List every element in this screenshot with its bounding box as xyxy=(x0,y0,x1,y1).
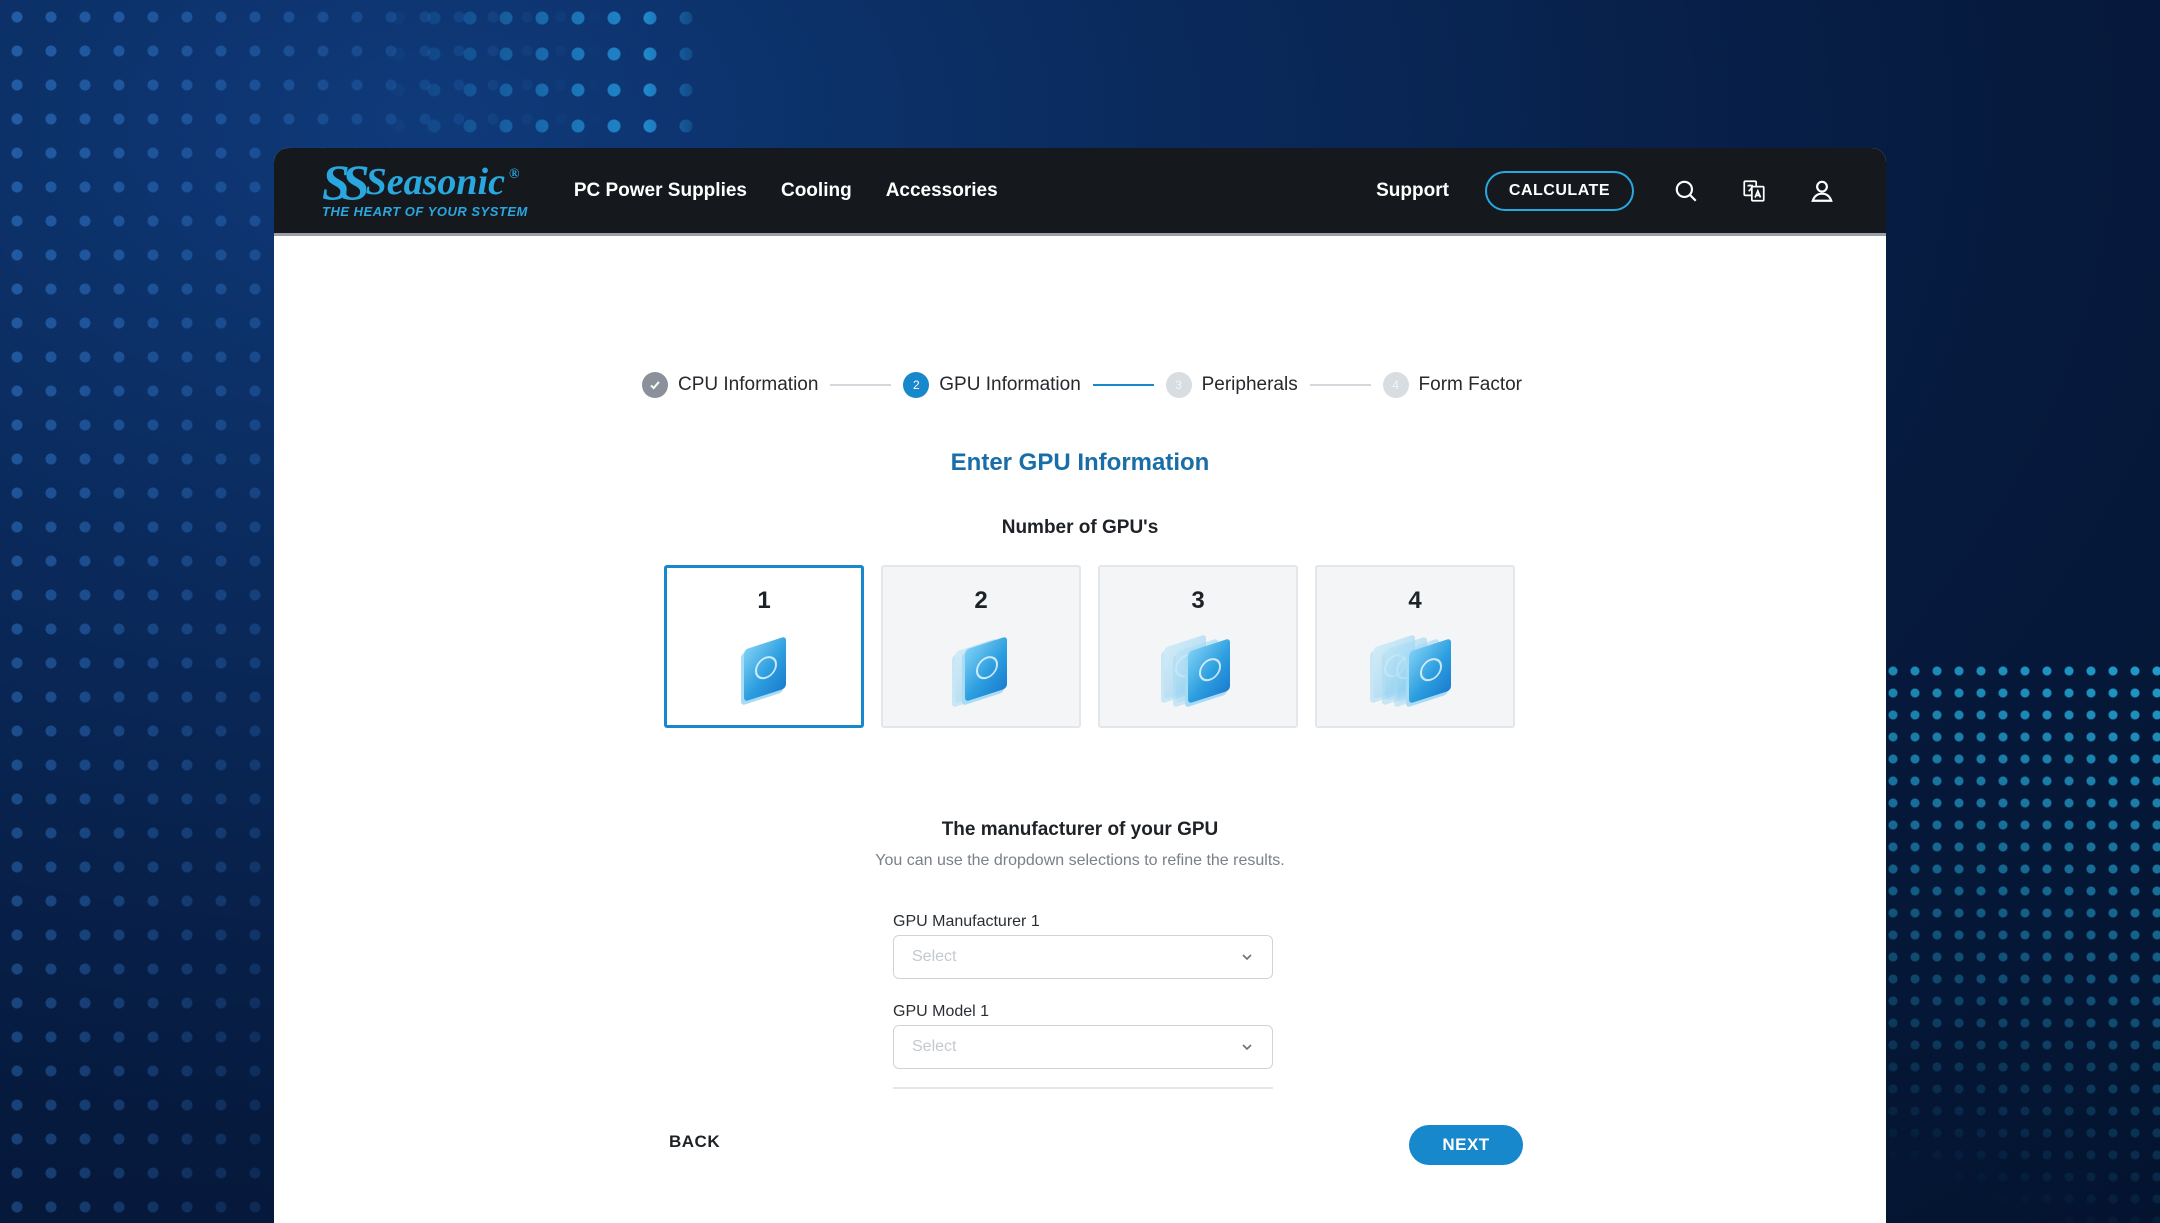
logo-registered: ® xyxy=(508,167,520,182)
step-connector xyxy=(1309,384,1371,386)
back-button[interactable]: BACK xyxy=(669,1132,720,1152)
nav-support[interactable]: Support xyxy=(1376,180,1449,202)
step-gpu-information[interactable]: 2 GPU Information xyxy=(903,372,1081,398)
nav-accessories[interactable]: Accessories xyxy=(886,180,998,202)
calculate-button[interactable]: CALCULATE xyxy=(1484,170,1634,211)
check-icon xyxy=(642,372,668,398)
seasonic-logo[interactable]: SS Seasonic ® THE HEART OF YOUR SYSTEM xyxy=(322,154,528,219)
option-number: 2 xyxy=(974,587,988,614)
page-title: Enter GPU Information xyxy=(950,449,1210,476)
gpu-model-select[interactable]: Select xyxy=(893,1025,1273,1069)
gpu-manufacturer-select[interactable]: Select xyxy=(893,935,1273,979)
step-form-factor[interactable]: 4 Form Factor xyxy=(1382,372,1522,398)
logo-tagline: THE HEART OF YOUR SYSTEM xyxy=(322,204,528,219)
step-number: 2 xyxy=(903,372,930,398)
step-label: GPU Information xyxy=(939,374,1081,395)
gpu-icon xyxy=(931,627,1031,707)
step-label: Form Factor xyxy=(1418,374,1522,395)
manufacturer-title: The manufacturer of your GPU xyxy=(941,819,1219,840)
manufacturer-subtitle: You can use the dropdown selections to r… xyxy=(875,852,1285,869)
step-connector xyxy=(1092,384,1154,386)
search-icon[interactable] xyxy=(1670,175,1702,207)
option-number: 1 xyxy=(757,587,771,614)
nav-cooling[interactable]: Cooling xyxy=(781,180,852,202)
gpu-icon xyxy=(714,627,814,707)
step-cpu-information[interactable]: CPU Information xyxy=(642,372,818,398)
user-icon[interactable] xyxy=(1806,175,1838,207)
nav-pc-power-supplies[interactable]: PC Power Supplies xyxy=(574,180,747,202)
gpu-icon xyxy=(1148,627,1248,707)
select-value: Select xyxy=(912,948,957,965)
form-divider xyxy=(893,1087,1273,1089)
step-number: 3 xyxy=(1165,372,1192,398)
step-peripherals[interactable]: 3 Peripherals xyxy=(1165,372,1298,398)
gpu-manufacturer-label: GPU Manufacturer 1 xyxy=(893,913,1040,930)
app-window: SS Seasonic ® THE HEART OF YOUR SYSTEM P… xyxy=(274,148,1886,1223)
step-number: 4 xyxy=(1382,372,1409,398)
step-label: Peripherals xyxy=(1201,374,1298,395)
logo-mark: SS xyxy=(322,154,370,210)
gpu-count-option-2[interactable]: 2 xyxy=(881,565,1081,728)
gpu-count-option-3[interactable]: 3 xyxy=(1098,565,1298,728)
select-value: Select xyxy=(912,1038,957,1055)
next-button[interactable]: NEXT xyxy=(1409,1125,1523,1165)
option-number: 4 xyxy=(1408,587,1422,614)
step-label: CPU Information xyxy=(678,374,819,395)
gpu-count-option-1[interactable]: 1 xyxy=(664,565,864,728)
gpu-icon xyxy=(1365,627,1465,707)
calculator-content: CPU Information 2 GPU Information 3 Peri… xyxy=(274,236,1886,1223)
option-number: 3 xyxy=(1191,587,1205,614)
chevron-down-icon xyxy=(1242,1044,1252,1051)
logo-wordmark: Seasonic xyxy=(365,161,505,203)
background-dots-right xyxy=(1860,660,2160,1223)
gpu-count-options: 1 2 3 4 xyxy=(664,565,1515,728)
language-icon[interactable] xyxy=(1738,175,1770,207)
gpu-model-label: GPU Model 1 xyxy=(893,1003,990,1020)
background-dots-top xyxy=(380,0,710,150)
progress-stepper: CPU Information 2 GPU Information 3 Peri… xyxy=(642,370,1522,400)
top-navigation: SS Seasonic ® THE HEART OF YOUR SYSTEM P… xyxy=(274,148,1886,236)
gpu-count-label: Number of GPU's xyxy=(1001,517,1159,538)
step-connector xyxy=(830,384,892,386)
chevron-down-icon xyxy=(1242,954,1252,961)
gpu-count-option-4[interactable]: 4 xyxy=(1315,565,1515,728)
